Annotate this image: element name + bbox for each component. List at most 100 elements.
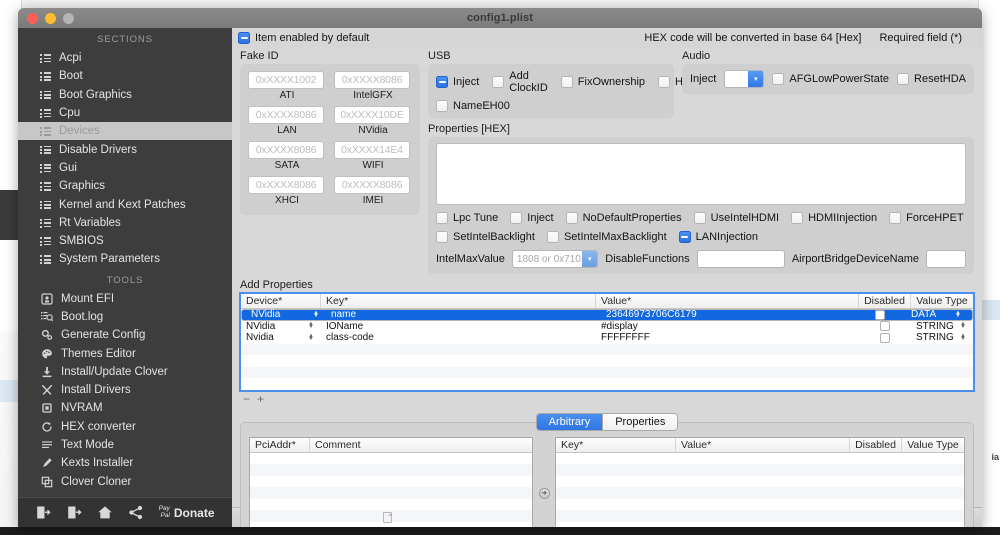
- sidebar-item-system-parameters[interactable]: System Parameters: [18, 250, 232, 268]
- share-icon[interactable]: [128, 505, 144, 520]
- usb-add-clockid-row[interactable]: Add ClockID: [492, 70, 548, 94]
- fake-id-input-lan[interactable]: 0xXXXX8086: [248, 106, 324, 124]
- column-pciaddr[interactable]: PciAddr*: [250, 437, 310, 452]
- properties-hex-textarea[interactable]: [436, 143, 966, 205]
- sidebar-tool-clover-cloner[interactable]: Clover Cloner: [18, 473, 232, 491]
- custom-properties-table[interactable]: Key* Value* Disabled Value Type: [555, 436, 965, 527]
- fake-id-input-wifi[interactable]: 0xXXXX14E4: [334, 141, 410, 159]
- column-value[interactable]: Value*: [676, 437, 850, 452]
- setintelbacklight-row[interactable]: SetIntelBacklight: [436, 231, 535, 243]
- table-row-empty[interactable]: [250, 464, 532, 476]
- export-icon[interactable]: [66, 505, 82, 520]
- column-value-type[interactable]: Value Type: [902, 438, 964, 452]
- sidebar-item-disable-drivers[interactable]: Disable Drivers: [18, 140, 232, 158]
- usb-highcurrent-checkbox[interactable]: [658, 76, 671, 88]
- stepper-icon[interactable]: ▲ ▼: [960, 333, 968, 342]
- sidebar-item-cpu[interactable]: Cpu: [18, 104, 232, 122]
- column-comment[interactable]: Comment: [310, 438, 532, 452]
- hdmiinjection-row[interactable]: HDMIInjection: [791, 212, 877, 224]
- stepper-icon[interactable]: ▲ ▼: [955, 310, 963, 319]
- audio-inject-select[interactable]: ▾: [724, 70, 765, 88]
- add-properties-table[interactable]: Device* Key* Value* Disabled Value Type …: [239, 292, 975, 392]
- audio-resethda-checkbox[interactable]: [897, 73, 910, 85]
- table-row-empty[interactable]: [241, 378, 973, 390]
- lpc-tune-checkbox[interactable]: [436, 212, 448, 224]
- column-disabled[interactable]: Disabled: [850, 437, 902, 452]
- nodefaultproperties-checkbox[interactable]: [565, 212, 578, 224]
- column-disabled[interactable]: Disabled: [859, 294, 911, 308]
- stepper-icon[interactable]: ▲ ▼: [313, 310, 321, 319]
- sidebar-item-acpi[interactable]: Acpi: [18, 49, 232, 67]
- usb-fixownership-row[interactable]: FixOwnership: [560, 76, 645, 88]
- usb-nameeh00-checkbox[interactable]: [436, 100, 448, 112]
- setintelmaxbacklight-checkbox[interactable]: [546, 231, 559, 243]
- setintelbacklight-checkbox[interactable]: [436, 231, 448, 243]
- cell-disabled-checkbox[interactable]: [875, 309, 885, 320]
- sidebar-tool-mount-efi[interactable]: Mount EFI: [18, 290, 232, 308]
- laninjection-row[interactable]: LANInjection: [678, 231, 758, 243]
- column-value[interactable]: Value*: [596, 294, 859, 308]
- sidebar-tool-hex-converter[interactable]: HEX converter: [18, 418, 232, 436]
- tab-arbitrary[interactable]: Arbitrary: [536, 413, 603, 430]
- audio-resethda-row[interactable]: ResetHDA: [897, 73, 966, 85]
- usb-add-clockid-checkbox[interactable]: [492, 76, 505, 88]
- table-row-empty[interactable]: [241, 366, 973, 378]
- sidebar-item-kernel-and-kext-patches[interactable]: Kernel and Kext Patches: [18, 195, 232, 213]
- column-device[interactable]: Device*: [241, 294, 321, 308]
- stepper-icon[interactable]: ▲ ▼: [960, 321, 968, 330]
- sidebar-item-boot-graphics[interactable]: Boot Graphics: [18, 86, 232, 104]
- forcehpet-row[interactable]: ForceHPET: [889, 212, 964, 224]
- stepper-icon[interactable]: ▲ ▼: [308, 321, 316, 330]
- table-row-empty[interactable]: [556, 453, 964, 465]
- sidebar-item-rt-variables[interactable]: Rt Variables: [18, 214, 232, 232]
- hdmiinjection-checkbox[interactable]: [791, 212, 804, 224]
- usb-nameeh00-row[interactable]: NameEH00: [436, 100, 510, 112]
- table-row-empty[interactable]: [556, 464, 964, 476]
- column-value-type[interactable]: Value Type: [911, 294, 973, 308]
- usb-inject-row[interactable]: Inject: [436, 76, 479, 88]
- table-row-empty[interactable]: [241, 343, 973, 355]
- disablefunctions-input[interactable]: [696, 250, 785, 268]
- sidebar-tool-nvram[interactable]: NVRAM: [18, 399, 232, 417]
- move-right-icon[interactable]: ➜: [538, 487, 550, 499]
- table-row-empty[interactable]: [250, 453, 532, 465]
- useintelhdmi-checkbox[interactable]: [693, 212, 706, 224]
- sidebar-tool-kexts-installer[interactable]: Kexts Installer: [18, 454, 232, 472]
- table-row-empty[interactable]: [250, 476, 532, 488]
- useintelhdmi-row[interactable]: UseIntelHDMI: [693, 212, 779, 224]
- home-icon[interactable]: [97, 505, 113, 520]
- table-row-empty[interactable]: [250, 499, 532, 511]
- fake-id-input-nvidia[interactable]: 0xXXXX10DE: [334, 106, 410, 124]
- tab-properties[interactable]: Properties: [602, 413, 678, 430]
- add-property-button[interactable]: +: [257, 392, 264, 406]
- intelmaxvalue-select[interactable]: 1808 or 0x710 ▾: [511, 250, 599, 268]
- table-row[interactable]: NVidia ▲ ▼ IOName #display STRING ▲ ▼: [241, 321, 973, 333]
- laninjection-checkbox[interactable]: [678, 231, 691, 243]
- import-icon[interactable]: [35, 505, 52, 520]
- cell-disabled-checkbox[interactable]: [880, 321, 890, 332]
- table-row[interactable]: Nvidia ▲ ▼ class-code FFFFFFFF STRING ▲ ▼: [241, 332, 973, 344]
- remove-property-button[interactable]: −: [243, 392, 250, 406]
- sidebar-item-gui[interactable]: Gui: [18, 159, 232, 177]
- fake-id-input-ati[interactable]: 0xXXXX1002: [248, 71, 324, 89]
- usb-fixownership-checkbox[interactable]: [560, 76, 573, 88]
- sidebar-tool-boot-log[interactable]: Boot.log: [18, 308, 232, 326]
- setintelmaxbacklight-row[interactable]: SetIntelMaxBacklight: [546, 231, 667, 243]
- sidebar-item-devices[interactable]: Devices: [18, 122, 232, 141]
- sidebar-tool-themes-editor[interactable]: Themes Editor: [18, 344, 232, 362]
- cell-disabled-checkbox[interactable]: [880, 332, 890, 343]
- table-row-empty[interactable]: [556, 499, 964, 511]
- sidebar-item-graphics[interactable]: Graphics: [18, 177, 232, 195]
- table-row[interactable]: NVidia ▲ ▼ name 23646973706C6179 DATA ▲ ▼: [241, 309, 973, 321]
- hex-inject-checkbox[interactable]: [510, 212, 523, 224]
- fake-id-input-imei[interactable]: 0xXXXX8086: [334, 176, 410, 194]
- forcehpet-checkbox[interactable]: [889, 212, 902, 224]
- sidebar-tool-install-drivers[interactable]: Install Drivers: [18, 381, 232, 399]
- table-row-empty[interactable]: [241, 355, 973, 367]
- window-titlebar[interactable]: config1.plist: [18, 8, 982, 28]
- item-enabled-by-default-row[interactable]: Item enabled by default: [238, 32, 369, 44]
- audio-afglowpowerstate-row[interactable]: AFGLowPowerState: [772, 73, 889, 85]
- sidebar-tool-text-mode[interactable]: Text Mode: [18, 436, 232, 454]
- sidebar-tool-generate-config[interactable]: Generate Config: [18, 326, 232, 344]
- hex-inject-row[interactable]: Inject: [510, 212, 554, 224]
